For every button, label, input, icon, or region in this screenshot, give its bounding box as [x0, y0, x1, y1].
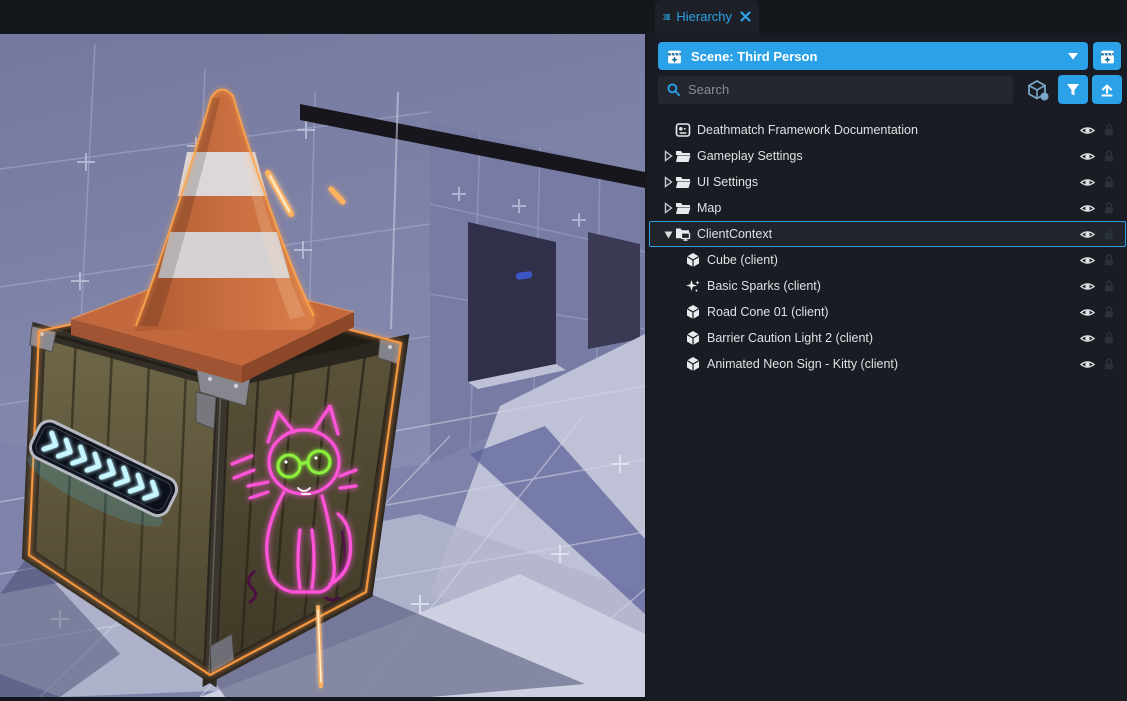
- lock-icon[interactable]: [1102, 331, 1116, 345]
- scene-clapper-icon: [1100, 50, 1114, 63]
- lock-icon[interactable]: [1102, 149, 1116, 163]
- tree-row-road-cone[interactable]: Road Cone 01 (client): [649, 299, 1126, 325]
- eye-icon[interactable]: [1080, 331, 1095, 346]
- eye-icon[interactable]: [1080, 305, 1095, 320]
- tree-row-label: Gameplay Settings: [697, 149, 803, 163]
- tree-row-cube[interactable]: Cube (client): [649, 247, 1126, 273]
- expander-slot: [673, 253, 685, 267]
- panel-content: Scene: Third Person Search Deathmatch Fr…: [647, 33, 1127, 701]
- eye-icon[interactable]: [1080, 253, 1095, 268]
- scene-selector[interactable]: Scene: Third Person: [658, 42, 1088, 70]
- tree-row-gameplay-settings[interactable]: Gameplay Settings: [649, 143, 1126, 169]
- tree-row-label: Barrier Caution Light 2 (client): [707, 331, 874, 345]
- window-opening: [588, 232, 640, 349]
- tree-row-basic-sparks[interactable]: Basic Sparks (client): [649, 273, 1126, 299]
- lock-icon[interactable]: [1102, 227, 1116, 241]
- viewport-scene: [0, 34, 645, 697]
- search-icon: [667, 83, 681, 97]
- search-input[interactable]: [688, 82, 1006, 97]
- tab-label: Hierarchy: [676, 9, 732, 24]
- cube-icon: [686, 357, 700, 371]
- cube-icon: [686, 253, 700, 267]
- editor-window: Hierarchy Scene: Third Person Search Dea…: [0, 0, 1127, 701]
- eye-icon[interactable]: [1080, 175, 1095, 190]
- eye-icon[interactable]: [1080, 227, 1095, 242]
- lock-icon[interactable]: [1102, 201, 1116, 215]
- tree-row-label: Cube (client): [707, 253, 778, 267]
- tree-row-label: UI Settings: [697, 175, 759, 189]
- eye-icon[interactable]: [1080, 201, 1095, 216]
- hierarchy-tree: Deathmatch Framework Documentation Gamep…: [647, 117, 1127, 377]
- cube-icon: [686, 305, 700, 319]
- doorway-opening: [468, 222, 556, 382]
- tree-row-label: Map: [697, 201, 722, 215]
- eye-icon[interactable]: [1080, 279, 1095, 294]
- close-icon[interactable]: [740, 11, 751, 22]
- client-context-folder-icon: [676, 228, 691, 241]
- documentation-icon: [675, 123, 691, 137]
- lock-icon[interactable]: [1102, 175, 1116, 189]
- expander-expanded-icon[interactable]: [663, 227, 675, 241]
- tree-row-neon-sign-kitty[interactable]: Animated Neon Sign - Kitty (client): [649, 351, 1126, 377]
- cube-filter-icon[interactable]: [1026, 78, 1050, 102]
- expander-slot: [673, 331, 685, 345]
- tree-row-label: Animated Neon Sign - Kitty (client): [707, 357, 899, 371]
- hierarchy-panel: Hierarchy Scene: Third Person Search Dea…: [647, 0, 1127, 701]
- eye-icon[interactable]: [1080, 149, 1095, 164]
- collapse-up-icon: [1101, 84, 1113, 96]
- chevron-down-icon: [1068, 52, 1078, 59]
- expander-collapsed-icon[interactable]: [663, 201, 675, 215]
- collapse-all-button[interactable]: [1092, 75, 1123, 104]
- tree-row-label: Road Cone 01 (client): [707, 305, 829, 319]
- panel-tabbar: Hierarchy: [647, 0, 1127, 33]
- tree-row-barrier-caution-light[interactable]: Barrier Caution Light 2 (client): [649, 325, 1126, 351]
- expander-slot: [673, 305, 685, 319]
- scene-selector-label: Scene: Third Person: [691, 48, 818, 64]
- scene-clapper-icon: [668, 50, 681, 63]
- tree-row-label: Deathmatch Framework Documentation: [697, 123, 918, 137]
- sparks-icon: [686, 280, 700, 293]
- tree-row-documentation[interactable]: Deathmatch Framework Documentation: [649, 117, 1126, 143]
- folder-icon: [676, 151, 691, 162]
- lock-icon[interactable]: [1102, 305, 1116, 319]
- expander-slot: [673, 279, 685, 293]
- filter-funnel-icon: [1067, 83, 1080, 95]
- hierarchy-list-icon: [663, 13, 670, 20]
- eye-icon[interactable]: [1080, 123, 1095, 138]
- folder-icon: [676, 203, 691, 214]
- filter-button[interactable]: [1058, 75, 1089, 104]
- search-box: [658, 75, 1014, 104]
- tab-hierarchy[interactable]: Hierarchy: [655, 0, 759, 33]
- lock-icon[interactable]: [1102, 357, 1116, 371]
- tree-row-map[interactable]: Map: [649, 195, 1126, 221]
- tree-row-label: ClientContext: [697, 227, 773, 241]
- expander-slot: [663, 123, 675, 137]
- lock-icon[interactable]: [1102, 123, 1116, 137]
- folder-icon: [676, 177, 691, 188]
- expander-collapsed-icon[interactable]: [663, 149, 675, 163]
- expander-slot: [673, 357, 685, 371]
- tree-row-label: Basic Sparks (client): [707, 279, 821, 293]
- lock-icon[interactable]: [1102, 253, 1116, 267]
- scene-settings-button[interactable]: [1093, 42, 1121, 70]
- tree-row-ui-settings[interactable]: UI Settings: [649, 169, 1126, 195]
- lock-icon[interactable]: [1102, 279, 1116, 293]
- eye-icon[interactable]: [1080, 357, 1095, 372]
- tree-row-clientcontext[interactable]: ClientContext: [649, 221, 1126, 247]
- cube-icon: [686, 331, 700, 345]
- expander-collapsed-icon[interactable]: [663, 175, 675, 189]
- 3d-viewport[interactable]: [0, 34, 645, 697]
